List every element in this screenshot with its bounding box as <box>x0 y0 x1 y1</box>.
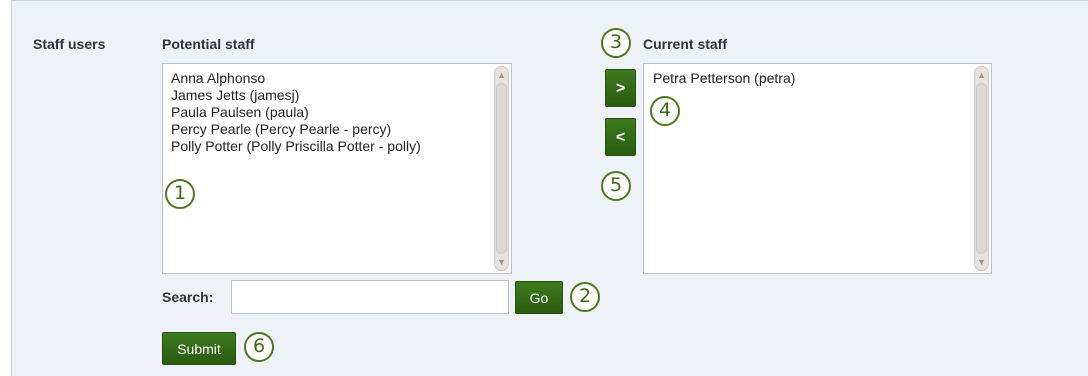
go-button[interactable]: Go <box>515 281 563 314</box>
callout-marker: 6 <box>244 332 274 362</box>
current-staff-listbox[interactable]: Petra Petterson (petra) ▲ ▼ <box>643 63 992 274</box>
scroll-down-arrow-icon[interactable]: ▼ <box>975 254 988 270</box>
callout-marker: 3 <box>601 28 631 58</box>
potential-staff-option[interactable]: Anna Alphonso <box>171 70 421 87</box>
current-staff-scrollbar[interactable]: ▲ ▼ <box>974 66 989 271</box>
scroll-down-arrow-icon[interactable]: ▼ <box>495 254 508 270</box>
scrollbar-thumb[interactable] <box>496 83 507 254</box>
current-staff-label: Current staff <box>643 36 728 52</box>
potential-staff-scrollbar[interactable]: ▲ ▼ <box>494 66 509 271</box>
potential-staff-option[interactable]: Percy Pearle (Percy Pearle - percy) <box>171 121 421 138</box>
potential-staff-option[interactable]: James Jetts (jamesj) <box>171 87 421 104</box>
remove-staff-button[interactable]: < <box>605 118 636 156</box>
potential-staff-label: Potential staff <box>162 36 255 52</box>
callout-marker: 4 <box>650 96 680 126</box>
submit-button[interactable]: Submit <box>162 332 236 365</box>
current-staff-option[interactable]: Petra Petterson (petra) <box>653 70 795 87</box>
potential-staff-listbox[interactable]: Anna Alphonso James Jetts (jamesj) Paula… <box>162 63 512 274</box>
search-input[interactable] <box>231 280 509 314</box>
callout-marker: 5 <box>601 171 631 201</box>
callout-marker: 2 <box>570 282 600 312</box>
callout-marker: 1 <box>165 179 195 209</box>
section-label: Staff users <box>33 36 106 52</box>
potential-staff-option[interactable]: Polly Potter (Polly Priscilla Potter - p… <box>171 138 421 155</box>
scroll-up-arrow-icon[interactable]: ▲ <box>495 67 508 83</box>
add-staff-button[interactable]: > <box>605 69 636 107</box>
scrollbar-thumb[interactable] <box>976 83 987 254</box>
scroll-up-arrow-icon[interactable]: ▲ <box>975 67 988 83</box>
search-label: Search: <box>162 289 214 305</box>
potential-staff-option[interactable]: Paula Paulsen (paula) <box>171 104 421 121</box>
